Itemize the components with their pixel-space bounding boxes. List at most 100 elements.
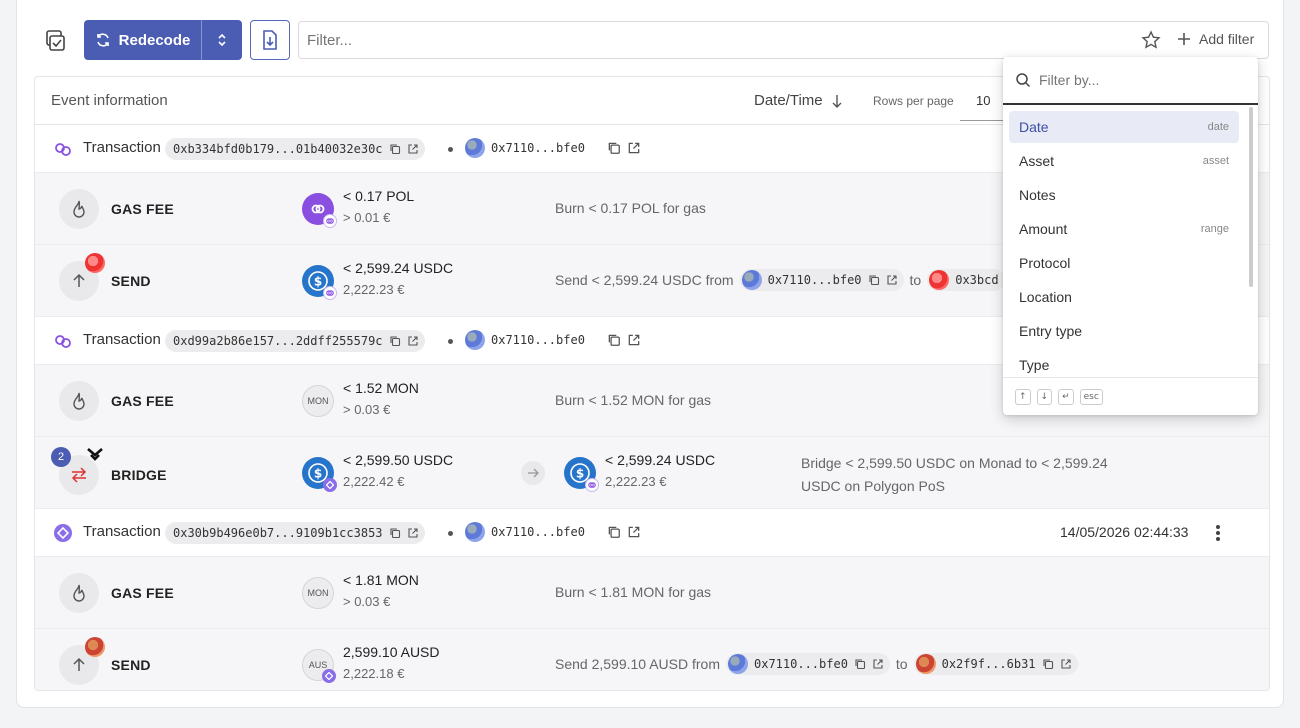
event-amount: < 0.17 POL (343, 188, 415, 204)
event-type: GAS FEE (111, 585, 174, 601)
svg-text:$: $ (314, 467, 322, 481)
polygon-icon (302, 193, 337, 228)
event-amount: < 1.52 MON (343, 380, 419, 396)
polygon-chain-icon (55, 143, 71, 156)
event-fiat-value: 2,222.23 € (343, 282, 405, 297)
redecode-options-button[interactable] (202, 20, 242, 60)
from-address-chip: 0x7110...bfe0 (739, 269, 904, 291)
transaction-datetime: 14/05/2026 02:44:33 (1060, 524, 1189, 540)
dropdown-scrollbar[interactable] (1249, 107, 1253, 287)
external-link-icon[interactable] (407, 143, 419, 155)
from-address: 0x7110...bfe0 (465, 138, 641, 158)
filter-input[interactable] (307, 31, 1007, 49)
copy-icon[interactable] (854, 658, 866, 670)
header-datetime: Date/Time (754, 92, 823, 109)
copy-icon[interactable] (1042, 658, 1054, 670)
external-link-icon[interactable] (886, 274, 898, 286)
filter-dropdown: Date date Asset asset Notes Amount range… (1003, 57, 1258, 415)
export-button[interactable] (250, 20, 290, 60)
filter-option-location[interactable]: Location (1009, 281, 1239, 313)
key-esc-hint: esc (1079, 388, 1103, 405)
separator-dot (448, 147, 453, 152)
external-link-icon[interactable] (627, 525, 641, 539)
filter-by-input[interactable] (1039, 72, 1229, 88)
copy-icon[interactable] (607, 333, 621, 347)
event-row[interactable]: 2 BRIDGE $ < 2,599.50 USDC 2,222.42 € $ … (35, 437, 1269, 509)
filter-option-date[interactable]: Date date (1009, 111, 1239, 143)
redecode-label: Redecode (118, 31, 191, 49)
star-icon[interactable] (1141, 30, 1161, 50)
event-type: GAS FEE (111, 393, 174, 409)
usdc-icon: $ (302, 457, 337, 492)
select-all-icon[interactable] (41, 27, 69, 55)
svg-text:$: $ (576, 467, 584, 481)
mon-asset-icon: MON (302, 577, 334, 609)
filter-option-asset[interactable]: Asset asset (1009, 145, 1239, 177)
external-link-icon[interactable] (407, 335, 419, 347)
filter-option-amount[interactable]: Amount range (1009, 213, 1239, 245)
event-type: GAS FEE (111, 201, 174, 217)
chevron-up-down-icon (218, 33, 226, 47)
event-row[interactable]: GAS FEE MON < 1.81 MON > 0.03 € Burn < 1… (35, 557, 1269, 629)
add-filter-button[interactable]: Add filter (1177, 31, 1254, 47)
ausd-asset-icon: AUS (302, 649, 336, 683)
external-link-icon[interactable] (627, 333, 641, 347)
tx-hash: 0x30b9b496e0b7...9109b1cc3853 (173, 526, 383, 540)
copy-icon[interactable] (607, 141, 621, 155)
event-type: BRIDGE (111, 467, 167, 483)
more-options-icon[interactable] (1215, 523, 1221, 543)
flame-icon (73, 200, 85, 218)
from-address: 0x7110...bfe0 (465, 330, 641, 350)
tx-hash: 0xb334bfd0b179...01b40032e30c (173, 142, 383, 156)
transaction-label: Transaction (83, 523, 161, 540)
monad-chain-badge-icon (322, 669, 336, 683)
event-type: SEND (111, 657, 151, 673)
event-description: Burn < 1.52 MON for gas (555, 392, 712, 408)
filter-option-notes[interactable]: Notes (1009, 179, 1239, 211)
address-avatar (929, 270, 950, 290)
event-fiat-value: 2,222.42 € (343, 474, 405, 489)
flame-icon (73, 584, 85, 602)
copy-icon[interactable] (389, 527, 401, 539)
monad-chain-badge-icon (323, 478, 337, 492)
event-fiat-value-received: 2,222.23 € (605, 474, 667, 489)
external-link-icon[interactable] (1060, 658, 1072, 670)
from-address-chip: 0x7110...bfe0 (726, 653, 890, 675)
event-row[interactable]: SEND AUS 2,599.10 AUSD 2,222.18 € Send 2… (35, 629, 1269, 690)
copy-icon[interactable] (868, 274, 880, 286)
external-link-icon[interactable] (627, 141, 641, 155)
search-icon (1016, 73, 1031, 88)
copy-icon[interactable] (389, 335, 401, 347)
polygon-chain-badge-icon (585, 478, 599, 492)
event-icon-circle (59, 381, 99, 421)
external-link-icon[interactable] (407, 527, 419, 539)
address-avatar (728, 654, 748, 674)
flame-icon (73, 392, 85, 410)
redecode-button[interactable]: Redecode (84, 20, 202, 60)
event-amount: 2,599.10 AUSD (343, 644, 440, 660)
event-amount-received: < 2,599.24 USDC (605, 452, 716, 468)
counterparty-avatar (85, 253, 105, 273)
address-avatar (465, 522, 485, 542)
event-count-badge: 2 (51, 447, 71, 467)
copy-icon[interactable] (389, 143, 401, 155)
external-link-icon[interactable] (872, 658, 884, 670)
arrow-right-icon (521, 461, 545, 485)
polygon-chain-badge-icon (323, 286, 337, 300)
event-amount: < 1.81 MON (343, 572, 419, 588)
mon-asset-icon: MON (302, 385, 334, 417)
event-type: SEND (111, 273, 151, 289)
swap-arrows-icon (71, 467, 87, 483)
header-datetime-sort[interactable]: Date/Time (754, 92, 843, 109)
transaction-label: Transaction (83, 139, 161, 156)
filter-by-search (1003, 57, 1258, 105)
add-filter-label: Add filter (1199, 31, 1255, 47)
event-amount: < 2,599.24 USDC (343, 260, 454, 276)
filter-option-entry-type[interactable]: Entry type (1009, 315, 1239, 347)
tx-hash-chip: 0xb334bfd0b179...01b40032e30c (165, 138, 425, 160)
to-address-chip: 0x3bcd (927, 269, 1005, 291)
address-avatar (915, 654, 936, 674)
copy-icon[interactable] (607, 525, 621, 539)
filter-option-protocol[interactable]: Protocol (1009, 247, 1239, 279)
transaction-row[interactable]: Transaction 0x30b9b496e0b7...9109b1cc385… (35, 509, 1269, 557)
